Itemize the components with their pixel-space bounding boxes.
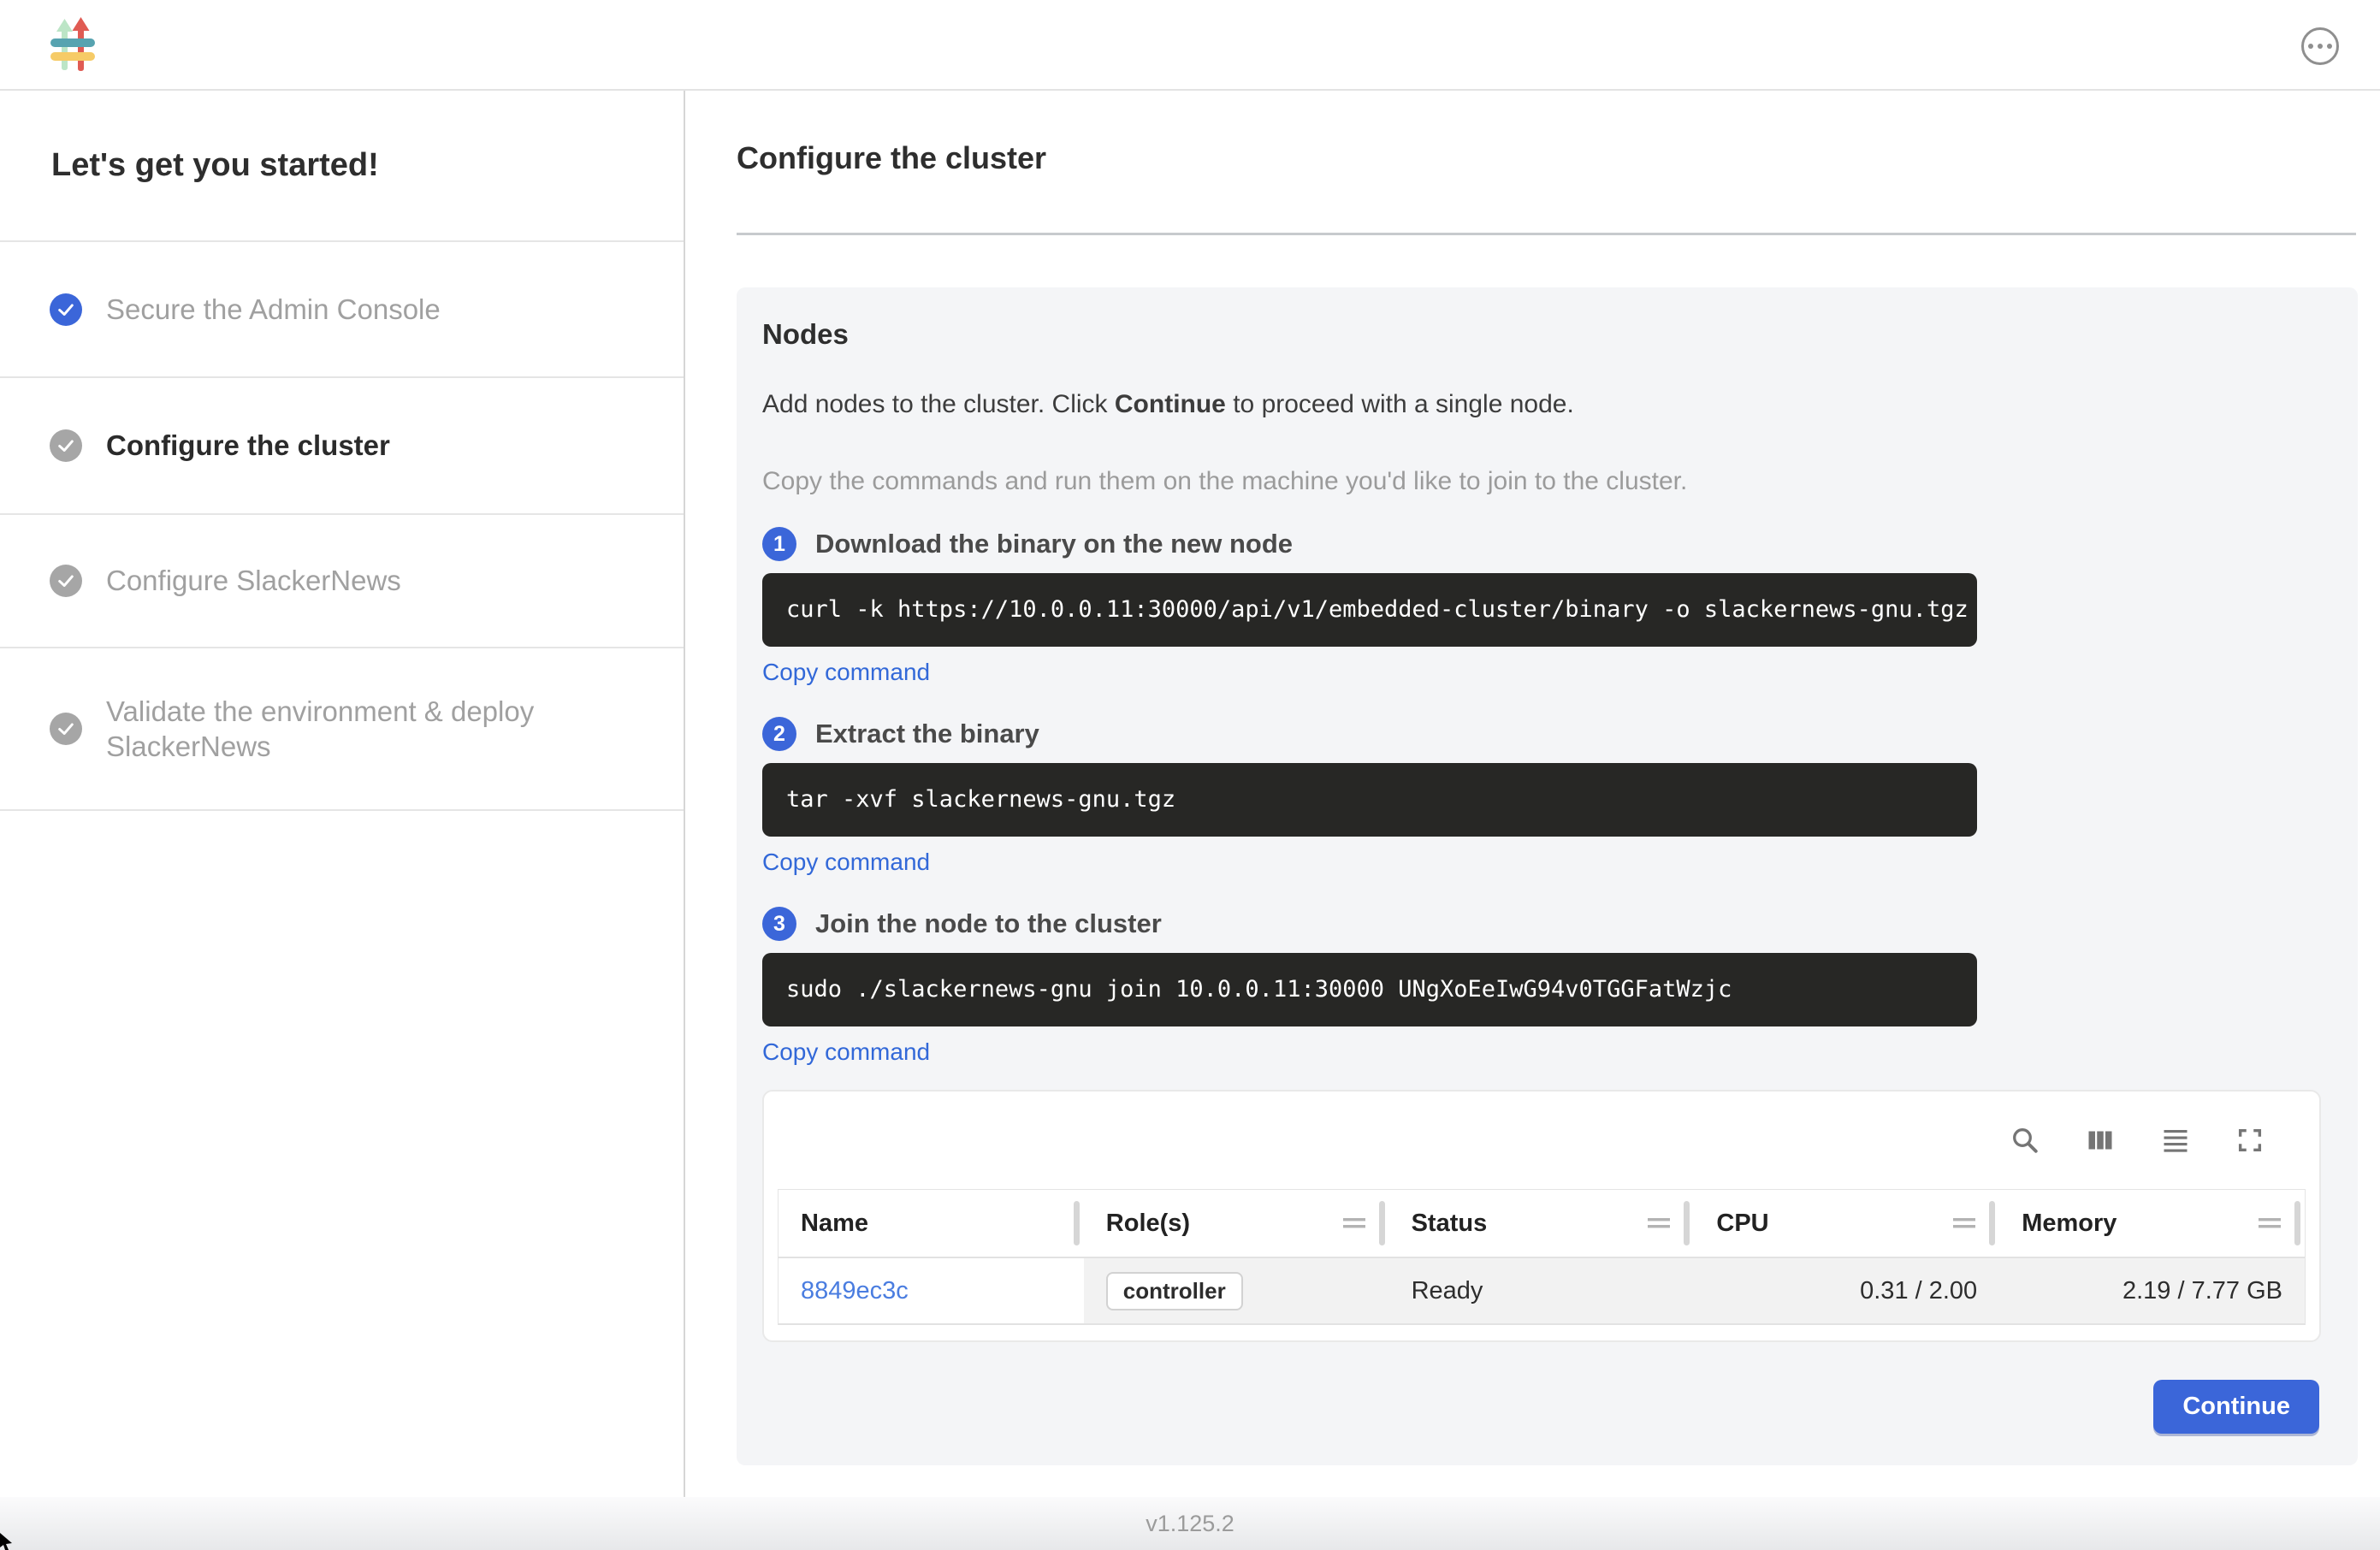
- main-content: Configure the cluster Nodes Add nodes to…: [687, 91, 2380, 1497]
- nodes-table: Name Role(s) Status: [762, 1090, 2321, 1342]
- footer-bar: v1.125.2: [0, 1497, 2380, 1550]
- column-menu-icon[interactable]: [1341, 1214, 1367, 1233]
- fullscreen-icon[interactable]: [2235, 1126, 2265, 1155]
- columns-icon[interactable]: [2085, 1125, 2116, 1156]
- setup-steps-sidebar: Let's get you started! Secure the Admin …: [0, 91, 685, 1497]
- column-header-memory[interactable]: Memory: [1999, 1190, 2305, 1257]
- sidebar-title: Let's get you started!: [0, 91, 684, 240]
- step-1-title: Download the binary on the new node: [815, 529, 1293, 559]
- nodes-intro-text: Add nodes to the cluster. Click Continue…: [762, 390, 2318, 419]
- card-actions: Continue: [762, 1380, 2319, 1434]
- column-menu-icon[interactable]: [1646, 1214, 1672, 1233]
- column-header-name[interactable]: Name: [779, 1190, 1084, 1257]
- density-icon[interactable]: [2160, 1125, 2191, 1156]
- step-2-copy-command-link[interactable]: Copy command: [762, 849, 930, 876]
- app-version-label: v1.125.2: [1146, 1511, 1234, 1537]
- step-2-header: 2 Extract the binary: [762, 717, 2318, 751]
- sidebar-item-secure-admin-console[interactable]: Secure the Admin Console: [0, 240, 684, 376]
- column-resize-handle[interactable]: [2294, 1201, 2300, 1245]
- search-icon[interactable]: [2010, 1125, 2040, 1156]
- slackernews-logo-icon: [50, 17, 96, 72]
- step-1-number-badge: 1: [762, 527, 796, 561]
- table-header-row: Name Role(s) Status: [779, 1190, 2305, 1257]
- column-header-roles[interactable]: Role(s): [1084, 1190, 1389, 1257]
- node-name-link[interactable]: 8849ec3c: [801, 1277, 909, 1305]
- node-cpu-cell: 0.31 / 2.00: [1694, 1258, 1999, 1323]
- step-3-title: Join the node to the cluster: [815, 908, 1162, 939]
- sidebar-item-label: Configure SlackerNews: [106, 563, 401, 598]
- step-2-title: Extract the binary: [815, 719, 1039, 749]
- node-status-cell: Ready: [1389, 1258, 1695, 1323]
- mouse-cursor: [0, 1533, 14, 1550]
- step-2-command-code: tar -xvf slackernews-gnu.tgz: [762, 763, 1977, 837]
- step-3-number-badge: 3: [762, 907, 796, 941]
- node-memory-cell: 2.19 / 7.77 GB: [1999, 1258, 2305, 1323]
- top-bar: [0, 0, 2380, 91]
- check-circle-icon: [50, 429, 82, 462]
- step-3-copy-command-link[interactable]: Copy command: [762, 1038, 930, 1066]
- nodes-card: Nodes Add nodes to the cluster. Click Co…: [737, 287, 2358, 1465]
- check-circle-icon: [50, 293, 82, 326]
- role-badge: controller: [1106, 1272, 1243, 1310]
- column-header-status[interactable]: Status: [1389, 1190, 1695, 1257]
- column-resize-handle[interactable]: [1989, 1201, 1995, 1245]
- sidebar-item-configure-slackernews[interactable]: Configure SlackerNews: [0, 513, 684, 647]
- check-circle-icon: [50, 713, 82, 745]
- step-3-command-code: sudo ./slackernews-gnu join 10.0.0.11:30…: [762, 953, 1977, 1026]
- step-3-header: 3 Join the node to the cluster: [762, 907, 2318, 941]
- step-1-header: 1 Download the binary on the new node: [762, 527, 2318, 561]
- step-1-command-code: curl -k https://10.0.0.11:30000/api/v1/e…: [762, 573, 1977, 647]
- sidebar-item-validate-deploy[interactable]: Validate the environment & deploy Slacke…: [0, 647, 684, 811]
- column-resize-handle[interactable]: [1379, 1201, 1385, 1245]
- table-toolbar: [764, 1092, 2319, 1189]
- table-row: 8849ec3c controller Ready 0.31 / 2.00 2.…: [779, 1257, 2305, 1325]
- column-resize-handle[interactable]: [1684, 1201, 1690, 1245]
- column-header-cpu[interactable]: CPU: [1694, 1190, 1999, 1257]
- column-menu-icon[interactable]: [2257, 1214, 2282, 1233]
- continue-button[interactable]: Continue: [2153, 1380, 2319, 1434]
- title-divider: [737, 233, 2356, 235]
- column-resize-handle[interactable]: [1074, 1201, 1080, 1245]
- node-name-cell: 8849ec3c: [779, 1258, 1084, 1323]
- copy-commands-hint: Copy the commands and run them on the ma…: [762, 467, 2318, 496]
- sidebar-item-configure-cluster[interactable]: Configure the cluster: [0, 376, 684, 513]
- node-roles-cell: controller: [1084, 1258, 1389, 1323]
- sidebar-item-label: Configure the cluster: [106, 428, 390, 463]
- more-options-button[interactable]: [2301, 27, 2339, 65]
- sidebar-item-label: Validate the environment & deploy Slacke…: [106, 694, 636, 765]
- step-1-copy-command-link[interactable]: Copy command: [762, 659, 930, 686]
- check-circle-icon: [50, 565, 82, 597]
- nodes-section-title: Nodes: [762, 318, 2318, 351]
- page-title: Configure the cluster: [737, 140, 1046, 176]
- sidebar-item-label: Secure the Admin Console: [106, 292, 441, 327]
- data-grid: Name Role(s) Status: [778, 1189, 2306, 1325]
- step-2-number-badge: 2: [762, 717, 796, 751]
- column-menu-icon[interactable]: [1951, 1214, 1977, 1233]
